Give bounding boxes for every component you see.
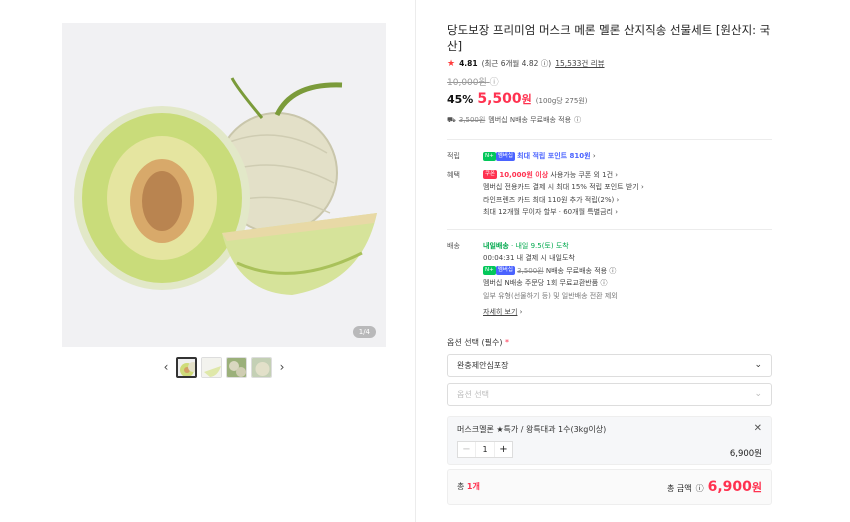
melon-illustration xyxy=(62,23,386,347)
column-divider xyxy=(415,0,416,522)
quantity-stepper: − 1 + xyxy=(457,440,513,458)
card-benefit-1[interactable]: 멤버십 전용카드 결제 시 최대 15% 적립 포인트 받기 › xyxy=(483,181,772,194)
thumbnail-1[interactable] xyxy=(176,356,197,378)
shipping-row: ⛟ 3,500원 멤버십 N배송 무료배송 적용 ⓘ xyxy=(447,115,772,125)
total-count: 총 1개 xyxy=(457,482,480,491)
delivery-section: 배송 내일배송 · 내일 9.5(토) 도착 00:04:31 내 결제 시 내… xyxy=(447,240,772,319)
chevron-right-icon: › xyxy=(616,195,620,204)
rating-value: 4.81 xyxy=(459,59,478,68)
chevron-right-icon: › xyxy=(615,208,619,216)
delivery-label: 배송 xyxy=(447,241,460,250)
points-section: 적립 N+ 멤버십 최대 적립 포인트 810원 › xyxy=(447,150,772,163)
truck-icon: ⛟ xyxy=(447,115,456,124)
option-select[interactable]: 옵션 선택 ⌄ xyxy=(447,382,772,406)
selected-option-item: 머스크멜론 ★특가 / 왕특대과 1수(3kg이상) ✕ − 1 + 6,900… xyxy=(447,415,772,465)
sale-price: 5,500원 xyxy=(477,91,532,107)
prev-image-arrow-icon[interactable]: ‹ xyxy=(160,357,172,377)
minus-button[interactable]: − xyxy=(458,442,475,457)
total-amount: 총 금액 ⓘ 6,900원 xyxy=(666,478,762,495)
chevron-right-icon: › xyxy=(592,152,596,160)
discount-rate: 45% xyxy=(447,93,474,106)
coupon-row[interactable]: 쿠폰 10,000원 이상 사용가능 쿠폰 외 1건 › xyxy=(483,169,772,182)
info-icon[interactable]: ⓘ xyxy=(574,115,581,125)
chevron-down-icon: ⌄ xyxy=(754,389,762,399)
chevron-right-icon: › xyxy=(519,308,523,316)
image-counter: 1/4 xyxy=(352,326,376,338)
info-icon[interactable]: ⓘ xyxy=(490,75,499,88)
card-benefit-3[interactable]: 최대 12개월 무이자 할부 · 60개월 특별금리 › xyxy=(483,206,772,219)
rating-detail: (최근 6개월 4.82 ⓘ) xyxy=(481,59,552,68)
chevron-down-icon: ⌄ xyxy=(754,360,762,370)
info-icon[interactable]: ⓘ xyxy=(609,267,616,275)
delivery-exclude: 일부 유형(선물하기 등) 및 일반배송 전환 제외 xyxy=(483,291,618,300)
membership-badge: 멤버십 xyxy=(495,151,515,161)
points-label: 적립 xyxy=(447,152,460,160)
delivery-arrival: 내일배송 · 내일 9.5(토) 도착 xyxy=(483,240,772,253)
next-image-arrow-icon[interactable]: › xyxy=(276,357,288,377)
rating-row: ★ 4.81 (최근 6개월 4.82 ⓘ) 15,533건 리뷰 xyxy=(447,58,772,69)
star-icon: ★ xyxy=(447,58,456,69)
option-label: 옵션 선택 (필수) * xyxy=(447,337,510,347)
thumbnail-2[interactable] xyxy=(201,356,222,378)
reviews-link[interactable]: 15,533건 리뷰 xyxy=(555,58,604,69)
info-icon[interactable]: ⓘ xyxy=(538,59,549,68)
benefit-label: 혜택 xyxy=(447,170,460,179)
thumbnail-3[interactable] xyxy=(226,356,247,378)
shipping-fee-strike: 3,500원 xyxy=(458,116,486,124)
thumbnail-strip: ‹ › xyxy=(160,355,288,379)
unit-price: (100g당 275원) xyxy=(535,97,588,105)
total-summary: 총 1개 총 금액 ⓘ 6,900원 xyxy=(447,468,772,505)
thumbnail-4[interactable] xyxy=(251,356,272,378)
price-row: 45% 5,500원 (100g당 275원) xyxy=(447,91,772,107)
chevron-right-icon: › xyxy=(640,183,644,191)
item-price: 6,900원 xyxy=(729,448,762,459)
info-icon[interactable]: ⓘ xyxy=(600,279,607,287)
plus-button[interactable]: + xyxy=(495,442,512,457)
coupon-badge: 쿠폰 xyxy=(483,170,498,179)
product-title: 당도보장 프리미엄 머스크 메론 멜론 산지직송 선물세트 [원산지: 국산] xyxy=(447,23,771,53)
card-benefit-2[interactable]: 라인프렌즈 카드 최대 110원 추가 적립(2%) › xyxy=(483,194,772,207)
divider xyxy=(447,139,772,140)
delivery-more-link[interactable]: 자세히 보기 › xyxy=(483,306,772,319)
close-icon[interactable]: ✕ xyxy=(754,423,762,434)
free-delivery: N+ 멤버십 3,500원 N배송 무료배송 적용 ⓘ xyxy=(483,266,617,275)
original-price: 10,000원 ⓘ xyxy=(447,75,772,88)
tomorrow-delivery-badge: 내일배송 xyxy=(483,241,509,250)
product-main-image[interactable]: 1/4 xyxy=(62,23,386,347)
shipping-text: 멤버십 N배송 무료배송 적용 xyxy=(488,116,572,124)
packaging-select[interactable]: 완충제안심포장 ⌄ xyxy=(447,353,772,377)
chevron-right-icon: › xyxy=(615,170,619,179)
product-info: 당도보장 프리미엄 머스크 메론 멜론 산지직송 선물세트 [원산지: 국산] … xyxy=(447,22,772,505)
selected-option-name: 머스크멜론 ★특가 / 왕특대과 1수(3kg이상) xyxy=(457,424,607,434)
divider xyxy=(447,228,772,230)
benefit-section: 혜택 쿠폰 10,000원 이상 사용가능 쿠폰 외 1건 › 멤버십 전용카드… xyxy=(447,169,772,219)
free-exchange: 멤버십 N배송 주문당 1회 무료교환반품 ⓘ xyxy=(483,279,608,287)
points-text[interactable]: 최대 적립 포인트 810원 xyxy=(517,152,590,160)
info-icon[interactable]: ⓘ xyxy=(696,483,704,494)
quantity-value[interactable]: 1 xyxy=(475,441,495,457)
delivery-timer: 00:04:31 내 결제 시 내일도착 xyxy=(483,254,575,262)
npay-badge: N+ xyxy=(483,151,496,161)
